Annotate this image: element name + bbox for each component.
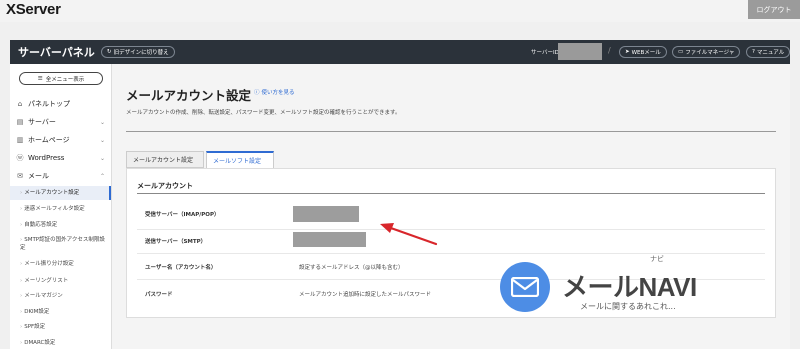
panel-title: サーバーパネル <box>18 46 95 59</box>
divider: / <box>608 46 611 55</box>
xserver-logo[interactable]: XServer <box>6 1 61 18</box>
incoming-server-value-redacted <box>293 206 359 222</box>
server-id-label: サーバーID <box>531 50 559 56</box>
incoming-server-label: 受信サーバー（IMAP/POP） <box>145 212 220 218</box>
howto-link[interactable]: ⓘ 使い方を見る <box>254 88 295 96</box>
top-bar: XServer ログアウト <box>0 0 800 22</box>
annotation-arrow <box>380 223 438 246</box>
homepage-icon: ▥ <box>16 136 24 144</box>
all-menu-label: 全メニュー表示 <box>45 76 85 83</box>
help-icon: ? <box>752 49 755 55</box>
webmail-label: WEBメール <box>631 50 661 56</box>
sidebar-item-label: WordPress <box>28 154 65 162</box>
watermark-tagline: メールに関するあれこれ... <box>580 302 676 311</box>
file-manager-label: ファイルマネージャ <box>685 50 735 56</box>
chevron-down-icon[interactable]: ⌄ <box>100 155 105 162</box>
sidebar-item-homepage[interactable]: ▥ ホームページ <box>16 135 70 145</box>
home-icon: ⌂ <box>17 100 23 108</box>
manual-button[interactable]: ? マニュアル <box>746 46 791 58</box>
card-title: メールアカウント <box>137 182 193 190</box>
sidebar-item-label: ホームページ <box>28 136 70 144</box>
hamburger-icon: ☰ <box>37 75 43 82</box>
panel-header: サーバーパネル ↻ 旧デザインに切り替え サーバーID / ➤ WEBメール ▭… <box>10 40 791 64</box>
mail-icon: ✉ <box>17 172 23 180</box>
sidebar-item-mail[interactable]: ✉ メール <box>16 171 49 181</box>
watermark-brand: メールNAVI <box>562 272 697 302</box>
refresh-icon: ↻ <box>107 49 112 55</box>
sidebar-item-label: パネルトップ <box>28 100 70 108</box>
outgoing-server-value-redacted <box>293 232 366 247</box>
submenu-smtp-restriction[interactable]: SMTP認証の国外アクセス制限設定 <box>20 236 106 252</box>
divider <box>137 193 765 194</box>
watermark-ruby: ナビ <box>650 255 664 263</box>
watermark: メールNAVI ナビ メールに関するあれこれ... <box>500 255 800 318</box>
manual-label: マニュアル <box>756 50 785 56</box>
logout-button[interactable]: ログアウト <box>748 0 800 19</box>
username-value: 設定するメールアドレス（@以降も含む） <box>299 265 404 271</box>
password-label: パスワード <box>145 292 173 298</box>
folder-icon: ▭ <box>678 49 684 55</box>
design-toggle-label: 旧デザインに切り替え <box>113 50 169 56</box>
submenu-dkim[interactable]: DKIM設定 <box>20 308 106 316</box>
tab-mail-software-settings[interactable]: メールソフト設定 <box>206 151 274 168</box>
username-label: ユーザー名（アカウント名） <box>145 265 217 271</box>
design-toggle-button[interactable]: ↻ 旧デザインに切り替え <box>101 46 175 58</box>
row-divider <box>137 253 765 254</box>
server-icon: ▤ <box>16 118 24 126</box>
submenu-auto-reply[interactable]: 自動応答設定 <box>20 221 106 229</box>
submenu-dmarc[interactable]: DMARC設定 <box>20 339 106 347</box>
sidebar-item-label: メール <box>28 172 49 180</box>
submenu-mail-account[interactable]: メールアカウント設定 <box>20 189 106 197</box>
submenu-mail-sorting[interactable]: メール振り分け設定 <box>20 260 106 268</box>
webmail-button[interactable]: ➤ WEBメール <box>619 46 667 58</box>
sidebar-item-server[interactable]: ▤ サーバー <box>16 117 106 127</box>
chevron-down-icon[interactable]: ⌄ <box>100 137 105 144</box>
sidebar: ☰ 全メニュー表示 ⌂ パネルトップ ▤ サーバー ⌄ ▥ ホームページ ⌄ ⓦ… <box>10 64 112 349</box>
page-title: メールアカウント設定 <box>126 88 252 103</box>
all-menu-button[interactable]: ☰ 全メニュー表示 <box>19 72 103 85</box>
server-id-redacted <box>558 43 602 60</box>
page-description: メールアカウントの作成、削除、転送設定、パスワード変更、メールソフト設定の確認を… <box>126 110 401 116</box>
file-manager-button[interactable]: ▭ ファイルマネージャ <box>672 46 741 58</box>
row-divider <box>137 229 765 230</box>
envelope-logo-icon <box>500 262 550 312</box>
sidebar-item-wordpress[interactable]: ⓦ WordPress <box>16 153 65 163</box>
tab-mail-account-settings[interactable]: メールアカウント設定 <box>126 151 204 168</box>
send-icon: ➤ <box>625 49 630 55</box>
submenu-spam-filter[interactable]: 迷惑メールフィルタ設定 <box>20 205 106 213</box>
submenu-spf[interactable]: SPF設定 <box>20 323 106 331</box>
howto-label: 使い方を見る <box>261 90 295 96</box>
question-icon: ⓘ <box>254 90 260 96</box>
wordpress-icon: ⓦ <box>16 154 24 162</box>
sidebar-item-label: サーバー <box>28 118 56 126</box>
chevron-up-icon[interactable]: ⌃ <box>100 173 105 180</box>
chevron-down-icon[interactable]: ⌄ <box>100 119 105 126</box>
submenu-mail-magazine[interactable]: メールマガジン <box>20 292 106 300</box>
divider <box>126 131 776 132</box>
outgoing-server-label: 送信サーバー（SMTP） <box>145 239 207 245</box>
sidebar-item-panel-top[interactable]: ⌂ パネルトップ <box>16 99 70 109</box>
password-value: メールアカウント追加時に設定したメールパスワード <box>299 292 432 298</box>
submenu-mailing-list[interactable]: メーリングリスト <box>20 277 106 285</box>
